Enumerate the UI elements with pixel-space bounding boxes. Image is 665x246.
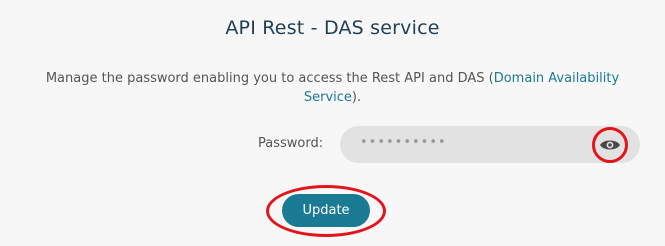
password-value: •••••••••• (360, 135, 447, 150)
page-title: API Rest - DAS service (225, 17, 440, 39)
password-field[interactable]: •••••••••• (340, 126, 640, 163)
description-text-before: Manage the password enabling you to acce… (45, 71, 494, 86)
password-label: Password: (258, 136, 324, 151)
description-text-after: ). (351, 90, 362, 105)
description-text: Manage the password enabling you to acce… (30, 69, 635, 107)
toggle-visibility-button[interactable] (592, 127, 628, 163)
eye-icon (600, 140, 620, 150)
update-button[interactable]: Update (282, 194, 370, 227)
